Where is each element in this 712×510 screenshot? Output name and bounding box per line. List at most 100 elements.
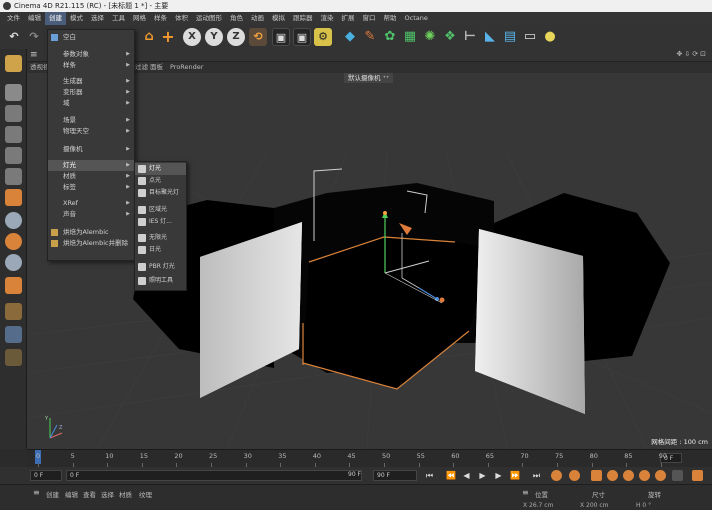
goto-start-button[interactable]: ⏮ bbox=[425, 471, 434, 480]
camera-label[interactable]: 默认摄像机 ⁺⁺ bbox=[344, 73, 394, 83]
create-menu-item[interactable]: 材质 ▶ bbox=[48, 171, 134, 182]
undo-button[interactable]: ↶ bbox=[5, 28, 23, 46]
menu-item[interactable]: 样条 bbox=[150, 12, 171, 25]
cube-object-icon[interactable]: ◆ bbox=[341, 28, 359, 46]
scale-tool-icon[interactable]: ⌂ bbox=[140, 28, 158, 46]
axis-mode-icon[interactable] bbox=[5, 254, 22, 271]
menu-item[interactable]: 网格 bbox=[129, 12, 150, 25]
camera-icon[interactable]: ▭ bbox=[521, 28, 539, 46]
x-axis-lock-button[interactable]: X bbox=[183, 28, 201, 46]
y-axis-lock-button[interactable]: Y bbox=[205, 28, 223, 46]
scene-icon[interactable]: ⊢ bbox=[461, 28, 479, 46]
points-mode-icon[interactable] bbox=[5, 147, 22, 164]
menu-item[interactable]: 窗口 bbox=[359, 12, 380, 25]
fields-icon[interactable]: ✺ bbox=[421, 28, 439, 46]
polygons-mode-icon[interactable] bbox=[5, 189, 22, 206]
light-submenu-item[interactable]: 照明工具 bbox=[135, 275, 186, 287]
create-menu-item[interactable]: 烘焙为Alembic并删除 bbox=[48, 238, 134, 249]
camera-object-icon[interactable]: ◣ bbox=[481, 28, 499, 46]
material-manager-menu[interactable]: 材质 bbox=[119, 489, 132, 499]
create-menu-item[interactable]: 域 ▶ bbox=[48, 98, 134, 109]
coordinates-menu-icon[interactable]: ≡ bbox=[522, 488, 529, 497]
make-editable-icon[interactable] bbox=[5, 55, 22, 72]
deformer-icon[interactable]: ❖ bbox=[441, 28, 459, 46]
preview-min-field[interactable]: 0 F bbox=[66, 470, 362, 481]
next-frame-button[interactable]: ▶ bbox=[494, 471, 503, 480]
edges-mode-icon[interactable] bbox=[5, 168, 22, 185]
render-view-button[interactable]: ▣ bbox=[272, 28, 290, 46]
create-menu-item[interactable]: 参数对象 ▶ bbox=[48, 49, 134, 60]
create-menu-item[interactable]: 摄像机 ▶ bbox=[48, 144, 134, 155]
create-menu-item[interactable]: 场景 ▶ bbox=[48, 115, 134, 126]
coordinate-system-icon[interactable]: ⟲ bbox=[249, 28, 267, 46]
create-menu-item[interactable]: 烘焙为Alembic bbox=[48, 227, 134, 238]
locked-workplane-icon[interactable] bbox=[5, 326, 22, 343]
render-picture-viewer-button[interactable]: ▣ bbox=[293, 28, 311, 46]
goto-end-button[interactable]: ⏭ bbox=[532, 471, 541, 480]
light-submenu-item[interactable]: IES 灯... bbox=[135, 216, 186, 228]
menu-item[interactable]: 渲染 bbox=[317, 12, 338, 25]
light-submenu-item[interactable]: 点光 bbox=[135, 175, 186, 187]
pla-key-icon[interactable] bbox=[672, 470, 683, 481]
viewport-menu-filter[interactable]: 过滤 bbox=[135, 62, 148, 73]
create-menu-item[interactable]: 灯光 ▶ bbox=[48, 160, 134, 171]
z-axis-lock-button[interactable]: Z bbox=[227, 28, 245, 46]
menu-item[interactable]: 运动图形 bbox=[192, 12, 226, 25]
generator-icon[interactable]: ✿ bbox=[381, 28, 399, 46]
texture-mode-icon[interactable] bbox=[5, 105, 22, 122]
cloner-icon[interactable]: ▦ bbox=[401, 28, 419, 46]
create-menu-item[interactable]: 生成器 ▶ bbox=[48, 76, 134, 87]
scale-key-icon[interactable] bbox=[623, 470, 634, 481]
floor-object-icon[interactable]: ▤ bbox=[501, 28, 519, 46]
menu-item[interactable]: 创建 bbox=[45, 12, 66, 25]
timeline-ruler[interactable]: 0 F 0 5 10 15 20 25 30 35 40 45 50 55 60 65 70 75 80 85 90 bbox=[27, 449, 712, 467]
light-submenu-item[interactable]: 目标聚光灯 bbox=[135, 187, 186, 199]
menu-item[interactable]: 角色 bbox=[226, 12, 247, 25]
material-manager-menu[interactable]: 查看 bbox=[83, 489, 96, 499]
menu-item[interactable]: 编辑 bbox=[24, 12, 45, 25]
create-menu-item[interactable]: 声音 ▶ bbox=[48, 209, 134, 220]
coordinate-field[interactable]: X 26.7 cm bbox=[523, 502, 553, 509]
light-submenu-item[interactable]: 无限光 bbox=[135, 232, 186, 244]
menu-item[interactable]: Octane bbox=[401, 12, 432, 25]
record-active-objects-icon[interactable] bbox=[551, 470, 562, 481]
menu-item[interactable]: 模式 bbox=[66, 12, 87, 25]
create-menu-item[interactable]: 标签 ▶ bbox=[48, 182, 134, 193]
preview-max-field[interactable]: 90 F bbox=[345, 470, 367, 481]
snapping-icon[interactable] bbox=[5, 212, 22, 229]
end-frame-field[interactable]: 90 F bbox=[373, 470, 417, 481]
light-submenu-item[interactable]: PBR 灯光 bbox=[135, 261, 186, 273]
workplane-lock-icon[interactable] bbox=[5, 303, 22, 320]
menu-item[interactable]: 动画 bbox=[247, 12, 268, 25]
keyframe-selection-icon[interactable] bbox=[591, 470, 602, 481]
menu-item[interactable]: 体积 bbox=[171, 12, 192, 25]
prev-frame-button[interactable]: ◀ bbox=[462, 471, 471, 480]
move-tool-icon[interactable]: + bbox=[159, 28, 177, 46]
timeline-menu-icon[interactable] bbox=[692, 470, 703, 481]
light-submenu-item[interactable]: 灯光 bbox=[135, 163, 186, 175]
model-mode-icon[interactable] bbox=[5, 84, 22, 101]
menu-item[interactable]: 文件 bbox=[3, 12, 24, 25]
start-frame-field[interactable]: 0 F bbox=[30, 470, 62, 481]
viewport-menu-panel[interactable]: 面板 bbox=[150, 62, 163, 73]
material-manager-menu[interactable]: 编辑 bbox=[65, 489, 78, 499]
rotation-key-icon[interactable] bbox=[639, 470, 650, 481]
menu-item[interactable]: 工具 bbox=[108, 12, 129, 25]
create-menu-item[interactable]: 物理天空 ▶ bbox=[48, 126, 134, 137]
render-settings-button[interactable]: ⚙ bbox=[314, 28, 332, 46]
viewport-navigation-icons[interactable]: ✥⇩⟳⊡ bbox=[677, 50, 708, 58]
solo-icon[interactable] bbox=[5, 233, 22, 250]
parameter-key-icon[interactable] bbox=[655, 470, 666, 481]
coordinate-field[interactable]: H 0 ° bbox=[636, 502, 651, 509]
material-manager-menu[interactable]: 纹理 bbox=[139, 489, 152, 499]
light-submenu-item[interactable]: 日光 bbox=[135, 244, 186, 256]
material-manager-menu[interactable]: 创建 bbox=[46, 489, 59, 499]
planar-workplane-icon[interactable] bbox=[5, 349, 22, 366]
menu-item[interactable]: 帮助 bbox=[380, 12, 401, 25]
goto-next-key-button[interactable]: ⏩ bbox=[510, 471, 520, 480]
menu-item[interactable]: 跟踪器 bbox=[289, 12, 317, 25]
tweak-mode-icon[interactable] bbox=[5, 277, 22, 294]
create-menu-item[interactable]: 变形器 ▶ bbox=[48, 87, 134, 98]
redo-button[interactable]: ↷ bbox=[25, 28, 43, 46]
material-manager-menu-icon[interactable]: ≡ bbox=[33, 488, 40, 497]
